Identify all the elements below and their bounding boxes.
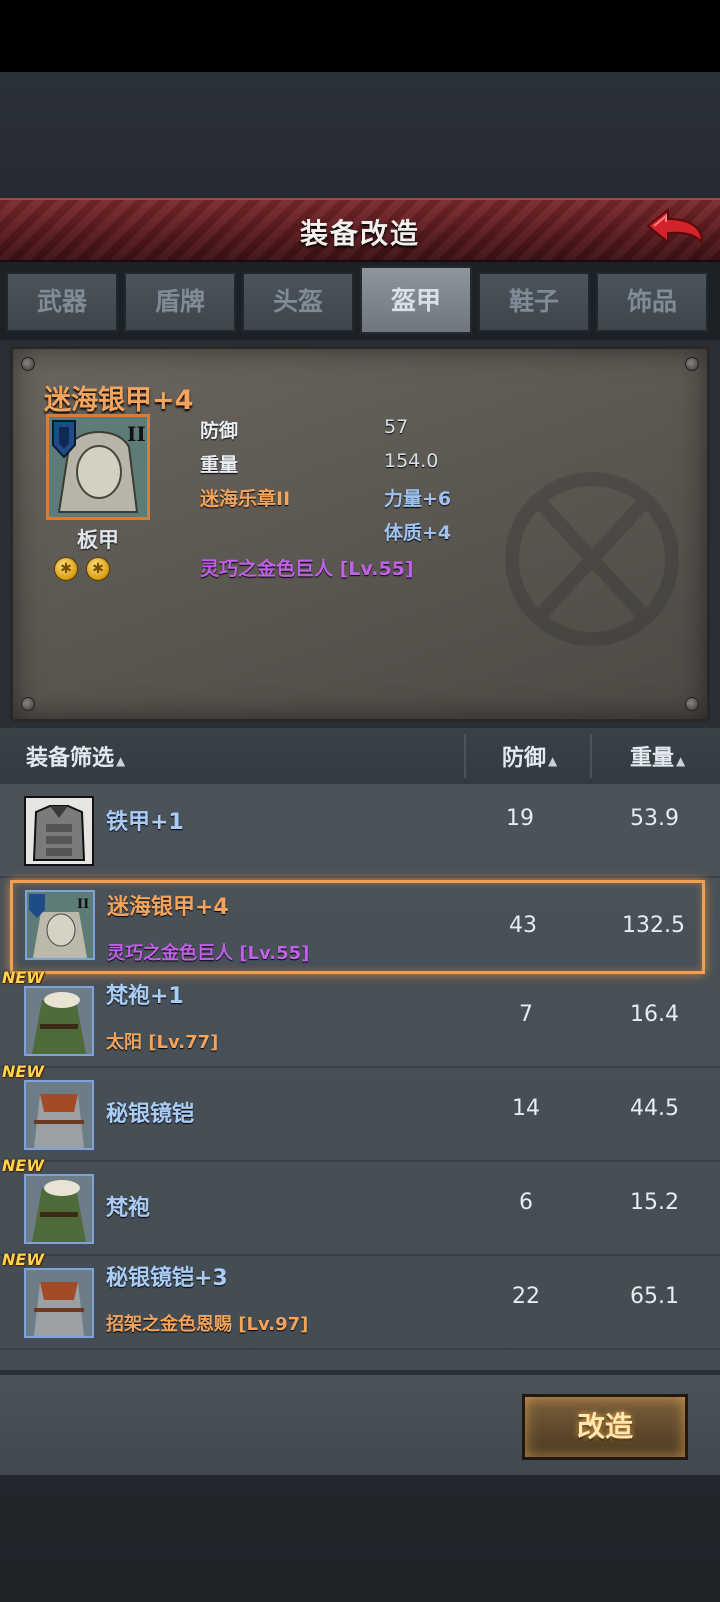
item-name: 梵袍+1: [106, 984, 184, 1009]
equipment-list[interactable]: 铁甲+1 19 53.9 II 迷海银甲+4 灵巧之金色巨人 [Lv.55] 4…: [0, 784, 720, 1370]
item-defense: 14: [512, 1096, 540, 1121]
item-weight: 15.2: [630, 1190, 679, 1215]
set-bonus-label: 迷海乐章II: [200, 488, 291, 510]
list-item-selected[interactable]: II 迷海银甲+4 灵巧之金色巨人 [Lv.55] 43 132.5: [10, 880, 705, 974]
weight-label: 重量: [200, 454, 239, 476]
modify-button[interactable]: 改造: [522, 1394, 688, 1460]
item-type-label: 板甲: [77, 528, 119, 552]
background-panel: [0, 72, 720, 200]
filter-label: 装备筛选: [26, 746, 115, 771]
defense-sort-button[interactable]: 防御 ▲: [502, 740, 557, 772]
item-blessing: 灵巧之金色巨人 [Lv.55]: [107, 943, 310, 964]
tab-boots[interactable]: 鞋子: [478, 272, 590, 332]
blessing-label: 灵巧之金色巨人 [Lv.55]: [200, 558, 414, 580]
iron-armor-icon: [24, 796, 94, 866]
detail-item-name: 迷海银甲+4: [44, 385, 194, 416]
sort-arrow-icon: ▲: [548, 754, 558, 768]
weight-sort-button[interactable]: 重量 ▲: [630, 740, 685, 772]
gem-slot-icon: ✱: [86, 557, 110, 581]
emblem-watermark-icon: [505, 472, 679, 646]
list-item[interactable]: NEW 梵袍 6 15.2: [0, 1156, 720, 1256]
rivet-icon: [685, 357, 699, 371]
bonus-strength: 力量+6: [384, 488, 452, 510]
category-tabs: 武器 盾牌 头盔 盔甲 鞋子 饰品: [0, 262, 720, 340]
bonus-constitution: 体质+4: [384, 522, 452, 544]
new-badge: NEW: [2, 968, 44, 987]
item-defense: 19: [506, 806, 534, 831]
tab-weapon[interactable]: 武器: [6, 272, 118, 332]
item-name: 梵袍: [106, 1196, 151, 1221]
item-weight: 53.9: [630, 806, 679, 831]
mithril-armor-icon: [24, 1268, 94, 1338]
item-defense: 7: [519, 1002, 533, 1027]
item-name: 铁甲+1: [106, 810, 184, 835]
weight-column-label: 重量: [630, 746, 675, 771]
list-item[interactable]: 铁甲+1 19 53.9: [0, 784, 720, 878]
column-divider: [464, 734, 466, 778]
armor-icon: II: [46, 414, 150, 520]
list-item[interactable]: NEW 秘银镜铠+3 招架之金色恩赐 [Lv.97] 22 65.1: [0, 1250, 720, 1350]
mithril-armor-icon: [24, 1080, 94, 1150]
item-weight: 132.5: [622, 913, 685, 938]
robe-icon: [24, 986, 94, 1056]
item-blessing: 太阳 [Lv.77]: [106, 1032, 219, 1053]
new-badge: NEW: [2, 1062, 44, 1081]
tab-shield[interactable]: 盾牌: [124, 272, 236, 332]
tier-mark: II: [127, 422, 146, 446]
rivet-icon: [21, 357, 35, 371]
list-item[interactable]: NEW 秘银镜铠 14 44.5: [0, 1062, 720, 1162]
list-item[interactable]: NEW 梵袍+1 太阳 [Lv.77] 7 16.4: [0, 968, 720, 1068]
background-panel: [0, 1475, 720, 1602]
sort-arrow-icon: ▲: [116, 754, 126, 768]
list-header: 装备筛选 ▲ 防御 ▲ 重量 ▲: [0, 728, 720, 784]
defense-column-label: 防御: [502, 746, 547, 771]
item-name: 迷海银甲+4: [107, 895, 229, 920]
armor-icon: II: [25, 890, 95, 960]
tab-helmet[interactable]: 头盔: [242, 272, 354, 332]
item-weight: 65.1: [630, 1284, 679, 1309]
item-defense: 43: [509, 913, 537, 938]
defense-value: 57: [384, 416, 409, 438]
back-arrow-icon[interactable]: [644, 206, 706, 250]
item-weight: 44.5: [630, 1096, 679, 1121]
weight-value: 154.0: [384, 450, 439, 472]
rivet-icon: [685, 697, 699, 711]
sort-arrow-icon: ▲: [676, 754, 686, 768]
item-name: 秘银镜铠: [106, 1102, 195, 1127]
gem-slot-icon: ✱: [54, 557, 78, 581]
new-badge: NEW: [2, 1250, 44, 1269]
svg-text:II: II: [77, 897, 89, 912]
defense-label: 防御: [200, 420, 239, 442]
item-name: 秘银镜铠+3: [106, 1266, 228, 1291]
tab-armor[interactable]: 盔甲: [360, 266, 472, 334]
filter-sort-button[interactable]: 装备筛选 ▲: [26, 740, 125, 772]
column-divider: [590, 734, 592, 778]
title-bar: 装备改造: [0, 198, 720, 262]
new-badge: NEW: [2, 1156, 44, 1175]
tab-accessory[interactable]: 饰品: [596, 272, 708, 332]
item-defense: 6: [519, 1190, 533, 1215]
status-bar: [0, 0, 720, 72]
page-title: 装备改造: [299, 217, 420, 250]
item-weight: 16.4: [630, 1002, 679, 1027]
item-blessing: 招架之金色恩赐 [Lv.97]: [106, 1314, 309, 1335]
rivet-icon: [21, 697, 35, 711]
item-defense: 22: [512, 1284, 540, 1309]
robe-icon: [24, 1174, 94, 1244]
